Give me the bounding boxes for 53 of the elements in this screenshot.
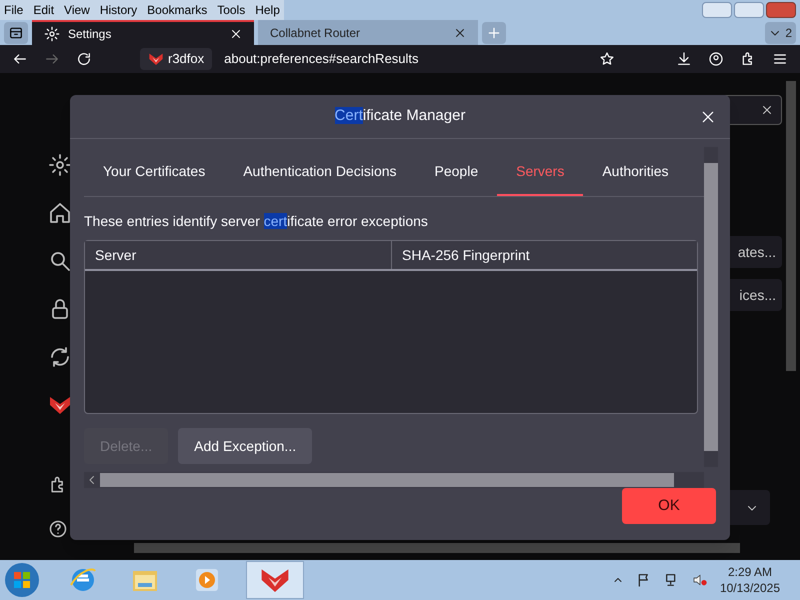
browser-tab[interactable]: Collabnet Router	[258, 20, 478, 45]
muted-speaker-icon[interactable]	[692, 572, 708, 588]
clock-time: 2:29 AM	[728, 564, 772, 580]
menu-item[interactable]: Edit	[33, 1, 54, 19]
dialog-horizontal-scrollbar[interactable]	[84, 472, 704, 488]
minimize-button[interactable]	[702, 2, 732, 18]
gear-icon	[48, 153, 72, 177]
menu-item[interactable]: Help	[255, 1, 280, 19]
column-header[interactable]: Server	[85, 241, 392, 269]
menu-item[interactable]: Bookmarks	[147, 1, 208, 19]
account-icon	[708, 51, 724, 67]
restore-button[interactable]	[734, 2, 764, 18]
dialog-vertical-scrollbar[interactable]	[704, 147, 718, 467]
home-icon	[48, 201, 72, 225]
horizontal-scrollbar[interactable]	[134, 543, 740, 553]
start-orb-icon[interactable]	[4, 562, 40, 598]
dialog-title: Certificate Manager	[334, 106, 466, 126]
sync-icon	[48, 345, 72, 369]
menu-item[interactable]: View	[64, 1, 90, 19]
close-icon	[700, 109, 716, 125]
clock[interactable]: 2:29 AM 10/13/2025	[720, 564, 796, 596]
browser-tab[interactable]: Settings	[32, 20, 254, 45]
taskbar-app-button[interactable]	[246, 561, 304, 599]
search-icon	[48, 249, 72, 273]
reload-icon	[76, 51, 92, 67]
description-text: These entries identify server certificate error exceptions	[84, 212, 429, 231]
gear-icon	[44, 26, 60, 42]
dialog-tab[interactable]: Authentication Decisions	[224, 149, 416, 196]
dialog-tab[interactable]: People	[416, 149, 498, 196]
close-icon	[454, 26, 466, 38]
new-tab-button[interactable]	[482, 22, 506, 44]
help-icon	[48, 519, 68, 539]
ok-button[interactable]: OK	[622, 488, 716, 524]
close-icon	[761, 104, 773, 116]
star-icon	[599, 51, 615, 67]
close-icon	[230, 28, 242, 40]
url-text: about:preferences#searchResults	[224, 50, 420, 68]
close-window-button[interactable]	[766, 2, 796, 18]
menu-item[interactable]: Tools	[217, 1, 246, 19]
action-button[interactable]: Add Exception...	[178, 428, 312, 464]
fox-logo-icon	[148, 51, 164, 67]
tab-overview-button[interactable]	[4, 22, 28, 44]
dialog-tab[interactable]: Your Certificates	[84, 149, 224, 196]
menu-item[interactable]: File	[4, 1, 24, 19]
page-scrollbar[interactable]	[786, 81, 796, 371]
clock-date: 10/13/2025	[720, 580, 780, 596]
menu-item[interactable]: History	[100, 1, 138, 19]
plus-icon	[486, 25, 502, 41]
tab-list-button[interactable]: 2	[765, 22, 796, 44]
tray-icon	[8, 25, 24, 41]
dialog-tab[interactable]: Authorities	[583, 149, 688, 196]
identity-badge[interactable]: r3dfox	[140, 48, 212, 70]
download-icon	[676, 51, 692, 67]
